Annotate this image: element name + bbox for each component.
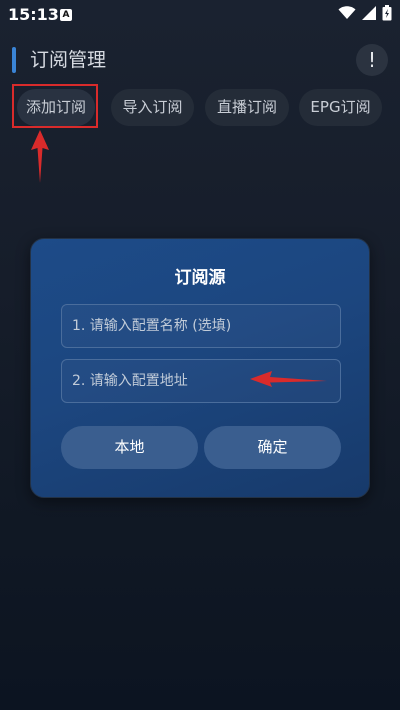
highlight-box xyxy=(12,84,98,128)
status-bar: 15:13 A xyxy=(0,0,400,30)
left-arrow-icon xyxy=(250,371,327,387)
status-icons xyxy=(338,5,392,21)
notification-icon: A xyxy=(60,9,72,21)
battery-icon xyxy=(382,5,392,21)
title-accent-bar xyxy=(12,47,16,73)
wifi-icon xyxy=(338,6,356,19)
dialog-title: 订阅源 xyxy=(174,268,226,288)
config-name-input[interactable]: 1. 请输入配置名称 (选填) xyxy=(61,304,341,348)
local-button[interactable]: 本地 xyxy=(61,426,198,469)
subscription-source-dialog: 订阅源 1. 请输入配置名称 (选填) 2. 请输入配置地址 本地 确定 xyxy=(30,238,370,498)
tab-import-subscription[interactable]: 导入订阅 xyxy=(111,89,194,126)
status-time: 15:13 xyxy=(8,5,59,24)
signal-icon xyxy=(362,6,376,20)
confirm-button[interactable]: 确定 xyxy=(204,426,341,469)
tab-epg-subscription[interactable]: EPG订阅 xyxy=(299,89,382,126)
page-title: 订阅管理 xyxy=(30,49,107,71)
tab-live-subscription[interactable]: 直播订阅 xyxy=(205,89,289,126)
info-button[interactable]: ! xyxy=(356,44,388,76)
up-arrow-icon xyxy=(31,130,49,183)
